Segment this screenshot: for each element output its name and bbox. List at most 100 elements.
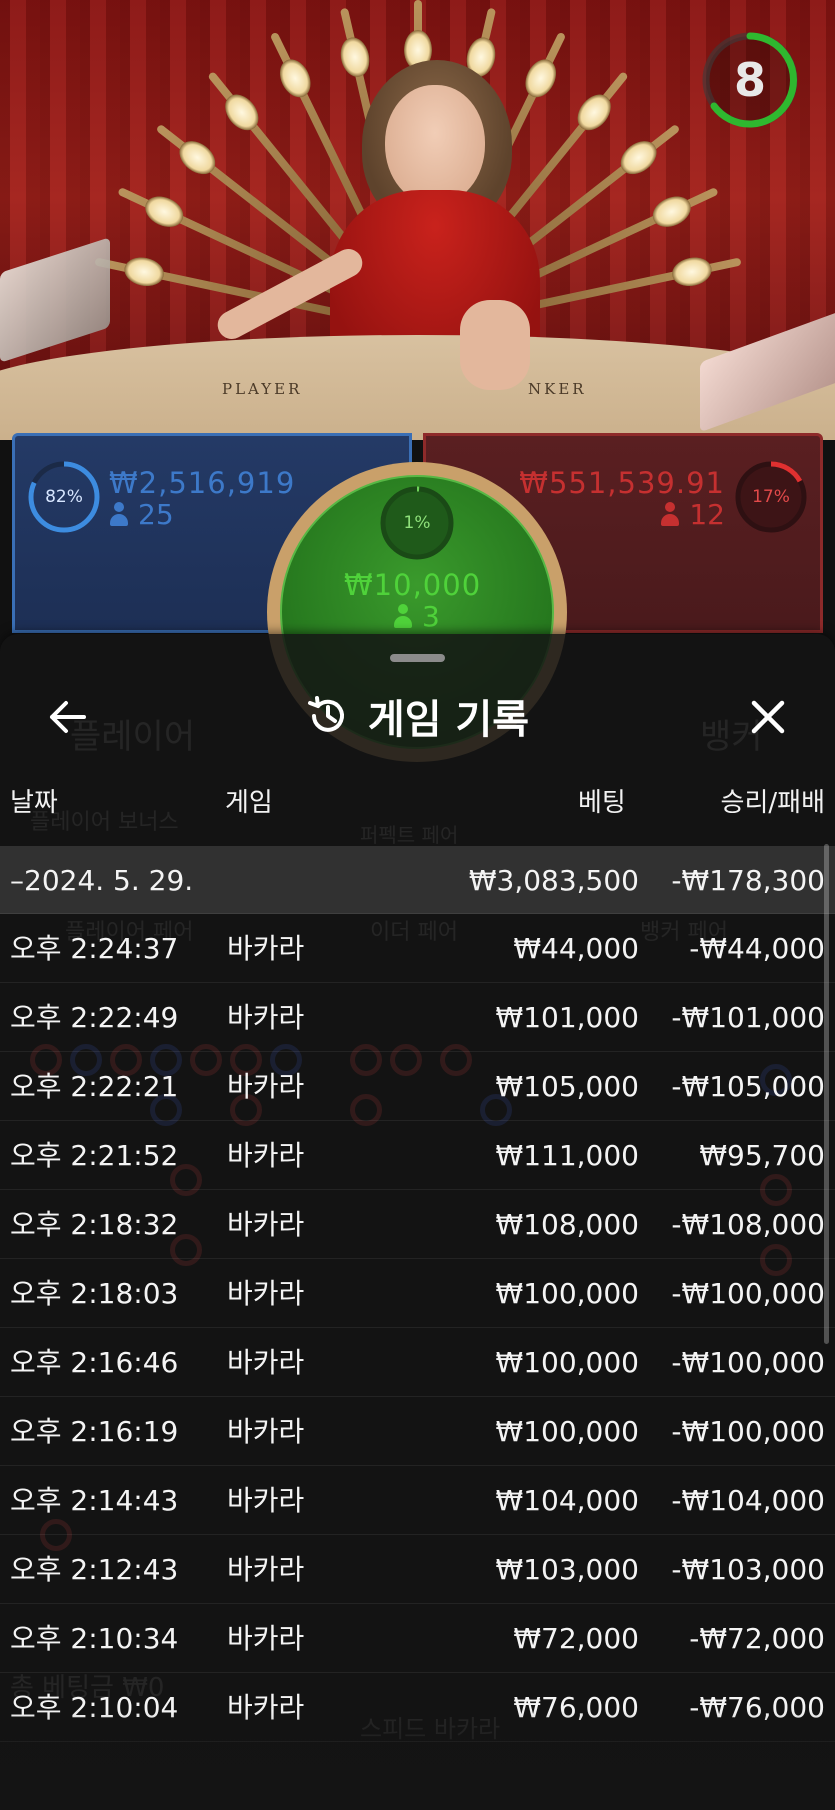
row-time: 오후 2:12:43: [10, 1553, 179, 1586]
history-row[interactable]: 오후 2:24:37 바카라 ₩44,000 -₩44,000: [0, 914, 835, 983]
player-bet-amount: ₩2,516,919: [109, 466, 296, 500]
row-time: 오후 2:22:21: [10, 1070, 179, 1103]
list-fade-overlay: [0, 1710, 835, 1810]
date-group-row[interactable]: –2024. 5. 29. ₩3,083,500 -₩178,300: [0, 846, 835, 914]
row-time: 오후 2:16:46: [10, 1346, 179, 1379]
decor-light: [518, 54, 562, 103]
row-game: 바카라: [227, 1415, 305, 1448]
row-bet: ₩100,000: [495, 1346, 639, 1379]
date-group-bet: ₩3,083,500: [468, 864, 639, 897]
player-bettor-count: 25: [138, 498, 174, 531]
row-result: -₩105,000: [671, 1070, 825, 1103]
table-label-player: PLAYER: [222, 380, 303, 398]
sheet-drag-handle[interactable]: [390, 654, 445, 662]
sheet-header: 게임 기록: [0, 684, 835, 748]
row-result: -₩100,000: [671, 1415, 825, 1448]
row-bet: ₩108,000: [495, 1208, 639, 1241]
decor-light: [273, 54, 317, 103]
row-game: 바카라: [227, 1277, 305, 1310]
row-game: 바카라: [227, 1139, 305, 1172]
history-row[interactable]: 오후 2:14:43 바카라 ₩104,000 -₩104,000: [0, 1466, 835, 1535]
row-time: 오후 2:16:19: [10, 1415, 179, 1448]
banker-bettors: 12: [661, 498, 725, 531]
row-game: 바카라: [227, 1001, 305, 1034]
row-bet: ₩103,000: [495, 1553, 639, 1586]
row-game: 바카라: [227, 1622, 305, 1655]
player-percent-ring: 82%: [27, 460, 101, 534]
dealer-hand: [460, 300, 530, 390]
history-row[interactable]: 오후 2:18:32 바카라 ₩108,000 -₩108,000: [0, 1190, 835, 1259]
history-row[interactable]: 오후 2:21:52 바카라 ₩111,000 ₩95,700: [0, 1121, 835, 1190]
column-header-result: 승리/패배: [720, 788, 825, 818]
row-result: -₩108,000: [671, 1208, 825, 1241]
countdown-number: 8: [733, 53, 766, 107]
row-result: -₩72,000: [689, 1622, 825, 1655]
row-bet: ₩72,000: [513, 1622, 639, 1655]
date-group-result: -₩178,300: [671, 864, 825, 897]
countdown-timer: 8: [700, 30, 800, 130]
tie-bet-amount: ₩10,000: [344, 568, 482, 602]
row-bet: ₩100,000: [495, 1277, 639, 1310]
row-result: -₩103,000: [671, 1553, 825, 1586]
page-title: 게임 기록: [367, 697, 530, 743]
row-result: -₩100,000: [671, 1277, 825, 1310]
banker-percent: 17%: [752, 487, 790, 507]
row-time: 오후 2:10:34: [10, 1622, 179, 1655]
row-result: -₩100,000: [671, 1346, 825, 1379]
row-bet: ₩104,000: [495, 1484, 639, 1517]
row-time: 오후 2:21:52: [10, 1139, 179, 1172]
close-button[interactable]: [740, 689, 796, 745]
row-game: 바카라: [227, 1484, 305, 1517]
person-icon: [394, 604, 412, 628]
row-game: 바카라: [227, 1553, 305, 1586]
row-game: 바카라: [227, 932, 305, 965]
history-row[interactable]: 오후 2:18:03 바카라 ₩100,000 -₩100,000: [0, 1259, 835, 1328]
history-row[interactable]: 오후 2:12:43 바카라 ₩103,000 -₩103,000: [0, 1535, 835, 1604]
player-percent: 82%: [45, 487, 83, 507]
history-icon: [307, 696, 344, 732]
bg-perfect-pair: 퍼펙트 페어: [360, 823, 459, 847]
game-history-sheet: 플레이어 뱅커 플레이어 보너스 퍼펙트 페어 플레이어 페어 이더 페어 뱅커…: [0, 634, 835, 1810]
decor-light: [121, 253, 167, 290]
close-icon: [751, 700, 785, 734]
row-result: -₩104,000: [671, 1484, 825, 1517]
dealer-face: [385, 85, 485, 205]
player-bettors: 25: [110, 498, 174, 531]
row-result: -₩44,000: [689, 932, 825, 965]
table-label-banker: NKER: [528, 380, 587, 398]
row-time: 오후 2:18:32: [10, 1208, 179, 1241]
history-row[interactable]: 오후 2:16:46 바카라 ₩100,000 -₩100,000: [0, 1328, 835, 1397]
row-bet: ₩105,000: [495, 1070, 639, 1103]
live-video-stream: PLAYER NKER 8: [0, 0, 835, 440]
history-list: –2024. 5. 29. ₩3,083,500 -₩178,300 오후 2:…: [0, 846, 835, 1742]
history-row[interactable]: 오후 2:16:19 바카라 ₩100,000 -₩100,000: [0, 1397, 835, 1466]
row-time: 오후 2:18:03: [10, 1277, 179, 1310]
row-time: 오후 2:14:43: [10, 1484, 179, 1517]
row-game: 바카라: [227, 1208, 305, 1241]
row-result: ₩95,700: [699, 1139, 825, 1172]
history-scrollbar[interactable]: [824, 844, 829, 1344]
row-bet: ₩111,000: [495, 1139, 639, 1172]
row-bet: ₩101,000: [495, 1001, 639, 1034]
column-header-bet: 베팅: [578, 788, 626, 818]
banker-bettor-count: 12: [689, 498, 725, 531]
history-row[interactable]: 오후 2:10:34 바카라 ₩72,000 -₩72,000: [0, 1604, 835, 1673]
history-row[interactable]: 오후 2:22:49 바카라 ₩101,000 -₩101,000: [0, 983, 835, 1052]
row-result: -₩101,000: [671, 1001, 825, 1034]
row-time: 오후 2:22:49: [10, 1001, 179, 1034]
decor-light: [647, 190, 696, 233]
column-header-game: 게임: [225, 788, 273, 818]
history-row[interactable]: 오후 2:22:21 바카라 ₩105,000 -₩105,000: [0, 1052, 835, 1121]
row-game: 바카라: [227, 1346, 305, 1379]
decor-light: [336, 34, 373, 80]
row-time: 오후 2:24:37: [10, 932, 179, 965]
row-game: 바카라: [227, 1070, 305, 1103]
row-bet: ₩44,000: [513, 932, 639, 965]
tie-bettors: 3: [394, 600, 440, 633]
person-icon: [110, 502, 128, 526]
person-icon: [661, 502, 680, 526]
card-shoe-left: [0, 237, 110, 363]
decor-light: [139, 190, 188, 233]
column-header-date: 날짜: [10, 788, 58, 818]
tie-percent: 1%: [403, 513, 431, 533]
